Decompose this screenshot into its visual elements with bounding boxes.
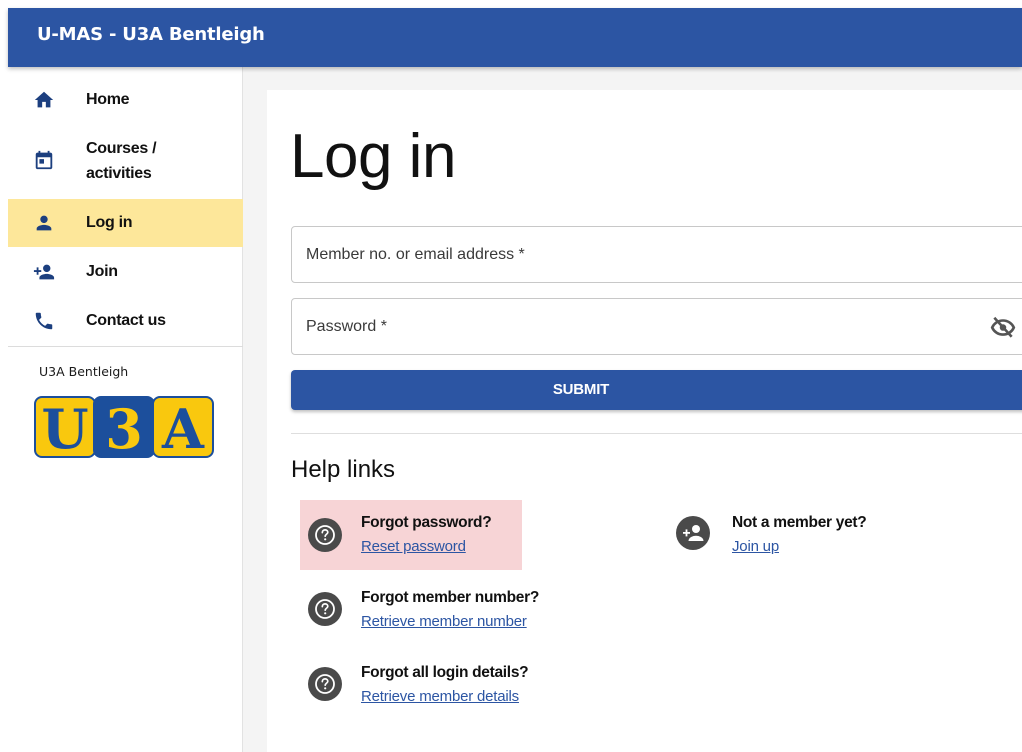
retrieve-member-number-link[interactable]: Retrieve member number <box>361 613 527 630</box>
member-input[interactable] <box>292 227 1022 282</box>
help-item-forgot-login-details: Forgot all login details? Retrieve membe… <box>300 651 600 721</box>
password-field[interactable] <box>291 298 1022 355</box>
sidebar-item-label: Courses / <box>86 140 157 157</box>
sidebar-divider <box>8 346 243 347</box>
sidebar-item-contact[interactable]: Contact us <box>8 297 270 345</box>
sidebar: Home Courses / activities Log in Join Co… <box>8 67 270 752</box>
sidebar-item-courses[interactable]: Courses / activities <box>8 125 270 199</box>
reset-password-link[interactable]: Reset password <box>361 538 466 555</box>
visibility-off-icon[interactable] <box>990 316 1016 338</box>
app-title: U-MAS - U3A Bentleigh <box>37 24 265 45</box>
submit-button[interactable]: SUBMIT <box>291 370 1022 410</box>
help-item-heading: Not a member yet? <box>732 514 867 531</box>
sidebar-item-login[interactable]: Log in <box>8 199 270 247</box>
u3a-logo: U 3 A <box>34 395 215 459</box>
help-item-forgot-member-number: Forgot member number? Retrieve member nu… <box>300 576 600 646</box>
help-circle-icon <box>308 518 342 552</box>
page: U-MAS - U3A Bentleigh Home Courses / act… <box>0 0 1022 752</box>
submit-button-label: SUBMIT <box>552 381 610 398</box>
sidebar-item-join[interactable]: Join <box>8 248 270 296</box>
phone-icon <box>33 310 55 332</box>
page-title: Log in <box>290 122 456 191</box>
sidebar-item-label: Join <box>86 263 118 280</box>
sidebar-item-home[interactable]: Home <box>8 75 270 123</box>
join-up-link[interactable]: Join up <box>732 538 779 555</box>
sidebar-item-label: Home <box>86 91 130 108</box>
help-item-heading: Forgot member number? <box>361 589 539 606</box>
sidebar-item-label: Log in <box>86 214 133 231</box>
help-item-heading: Forgot all login details? <box>361 664 529 681</box>
help-item-not-member: Not a member yet? Join up <box>670 500 910 570</box>
member-field[interactable] <box>291 226 1022 283</box>
person-add-icon <box>33 261 55 283</box>
sidebar-item-label-line2: activities <box>86 165 152 182</box>
svg-text:A: A <box>161 397 205 459</box>
svg-text:3: 3 <box>105 397 143 459</box>
person-add-icon <box>676 516 710 550</box>
person-icon <box>33 212 55 234</box>
password-input[interactable] <box>292 299 1022 354</box>
app-bar: U-MAS - U3A Bentleigh <box>8 8 1022 67</box>
calendar-icon <box>33 149 55 171</box>
svg-text:U: U <box>41 397 88 459</box>
home-icon <box>33 89 55 111</box>
help-links-title: Help links <box>291 456 396 483</box>
retrieve-member-details-link[interactable]: Retrieve member details <box>361 688 519 705</box>
content-divider <box>291 433 1022 434</box>
help-circle-icon <box>308 667 342 701</box>
help-item-heading: Forgot password? <box>361 514 492 531</box>
organisation-name: U3A Bentleigh <box>39 364 129 379</box>
help-circle-icon <box>308 592 342 626</box>
sidebar-item-label: Contact us <box>86 312 166 329</box>
help-item-forgot-password: Forgot password? Reset password <box>300 500 522 570</box>
